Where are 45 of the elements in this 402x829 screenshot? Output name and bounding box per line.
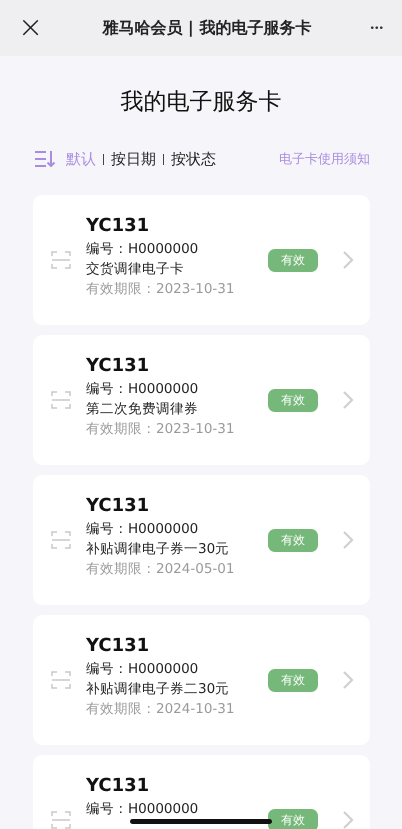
card-model: YC131 xyxy=(86,775,150,796)
service-card[interactable]: YC131 编号：H0000000 交货调律电子卡 有效期限：2023-10-31 有效 xyxy=(33,195,370,325)
window-title: 雅马哈会员 | 我的电子服务卡 xyxy=(101,18,312,38)
service-card[interactable]: YC131 编号：H0000000 第二次免费调律券 有效期限：2023-10-31 有效 xyxy=(33,335,370,465)
scan-icon xyxy=(51,671,71,689)
card-model: YC131 xyxy=(86,635,150,656)
status-badge: 有效 xyxy=(268,808,318,829)
card-expiry: 有效期限：2024-05-01 xyxy=(86,560,236,578)
chevron-icon xyxy=(342,810,354,829)
chevron-icon xyxy=(342,390,354,410)
close-button[interactable]: × xyxy=(14,13,48,43)
card-model: YC131 xyxy=(86,355,150,376)
card-name: 第二次免费调律券 xyxy=(86,400,199,418)
card-expiry: 有效期限：2023-10-31 xyxy=(86,420,236,438)
status-badge: 有效 xyxy=(268,668,318,692)
scan-icon xyxy=(51,531,71,549)
chevron-icon xyxy=(342,250,354,270)
sort-option[interactable]: 按日期 xyxy=(111,150,156,168)
more-button[interactable]: ••• xyxy=(366,22,388,34)
card-model: YC131 xyxy=(86,495,150,516)
sort-option[interactable]: 按状态 xyxy=(171,150,216,168)
scan-icon xyxy=(51,811,71,829)
status-badge: 有效 xyxy=(268,388,318,412)
card-expiry: 有效期限：2023-10-31 xyxy=(86,280,236,298)
scan-icon xyxy=(51,251,71,269)
card-number: 编号：H0000000 xyxy=(86,520,200,538)
card-name: 交货调律电子卡 xyxy=(86,260,185,278)
card-model: YC131 xyxy=(86,215,150,236)
card-name: 补贴调律电子券二30元 xyxy=(86,680,230,698)
status-badge: 有效 xyxy=(268,248,318,272)
page-title: 我的电子服务卡 xyxy=(120,88,282,117)
chevron-icon xyxy=(342,530,354,550)
card-number: 编号：H0000000 xyxy=(86,240,200,258)
service-card[interactable]: YC131 编号：H0000000 补贴调律电子券一30元 有效期限：2024-05-01 有效 xyxy=(33,475,370,605)
scan-icon xyxy=(51,391,71,409)
service-card[interactable]: YC131 编号：H0000000 补贴调律电子券二30元 有效期限：2024-10-31 有效 xyxy=(33,615,370,745)
card-number: 编号：H0000000 xyxy=(86,380,200,398)
sort-icon[interactable] xyxy=(34,150,56,168)
status-badge: 有效 xyxy=(268,528,318,552)
card-expiry: 有效期限：2024-10-31 xyxy=(86,700,236,718)
card-name: 补贴调律电子券一30元 xyxy=(86,540,230,558)
service-card[interactable]: YC131 编号：H0000000 有效 xyxy=(33,755,370,829)
card-number: 编号：H0000000 xyxy=(86,800,200,818)
card-number: 编号：H0000000 xyxy=(86,660,200,678)
chevron-icon xyxy=(342,670,354,690)
